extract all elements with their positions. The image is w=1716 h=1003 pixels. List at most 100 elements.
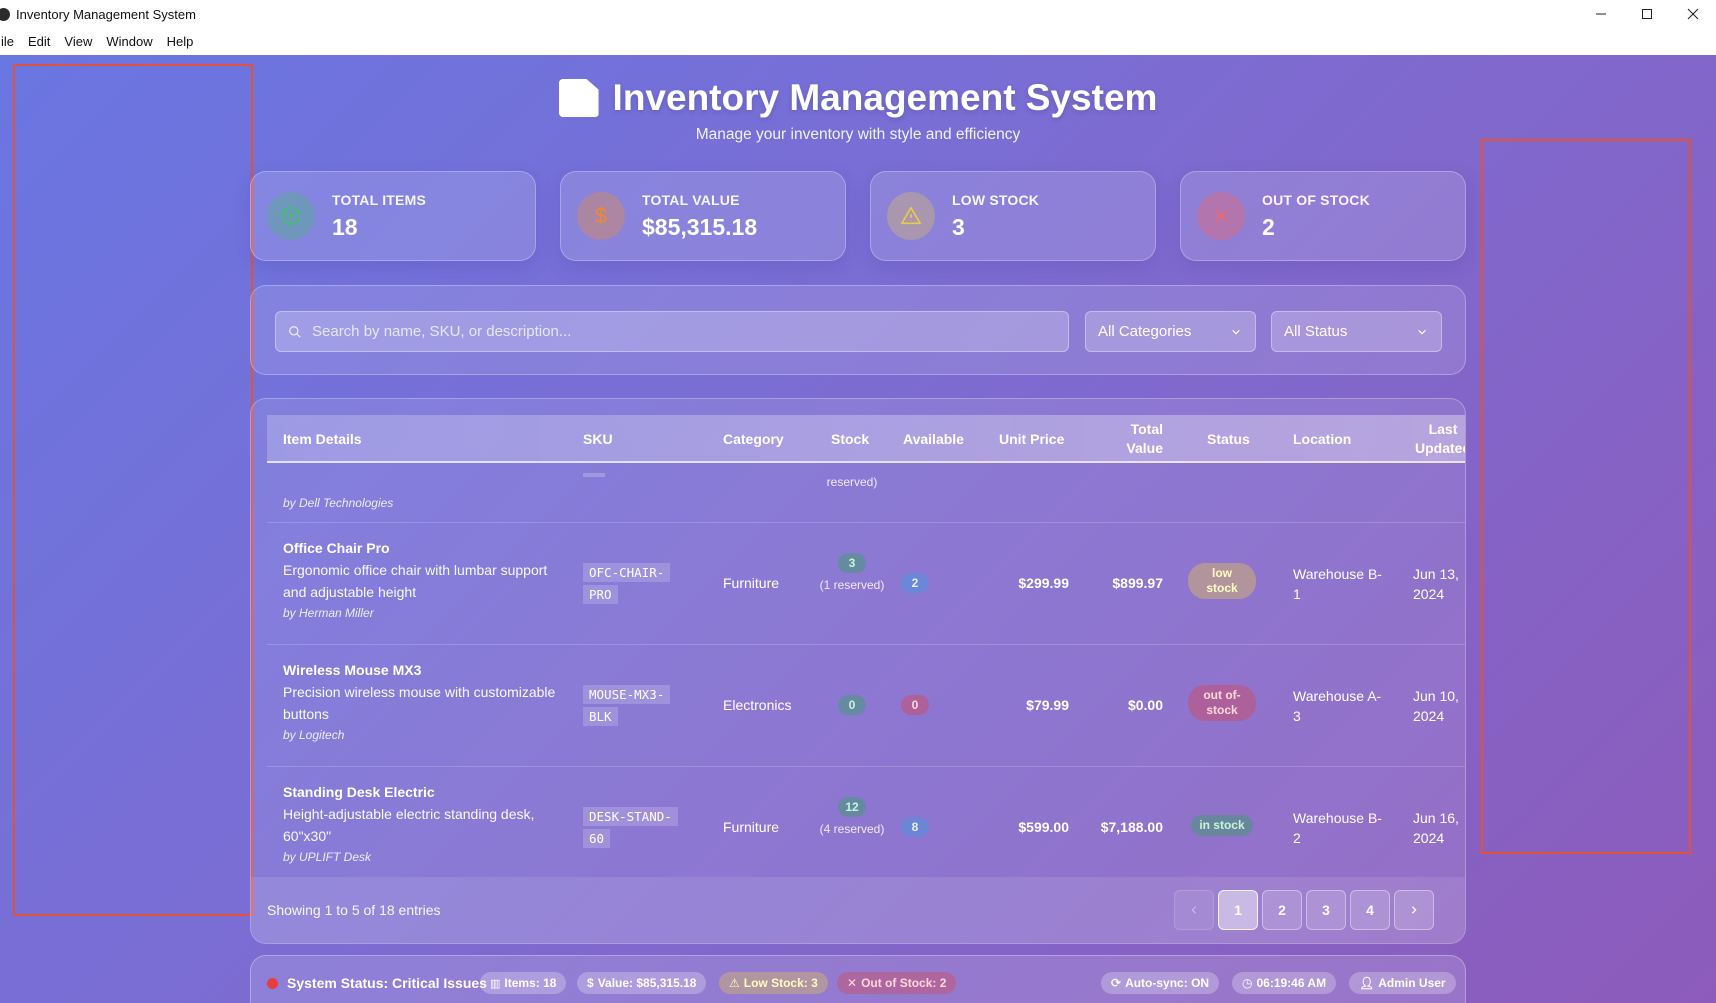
- sku-code: MOUSE-MX3-BLK: [583, 685, 671, 726]
- table-header: Item Details SKU Category Stock Availabl…: [267, 415, 1465, 463]
- item-description: Ergonomic office chair with lumbar suppo…: [283, 562, 548, 600]
- sku-cell: MOUSE-MX3-BLK: [583, 684, 683, 728]
- col-location[interactable]: Location: [1293, 415, 1351, 463]
- system-status: System Status: Critical Issues: [267, 975, 487, 991]
- auto-sync-chip[interactable]: ⟳ Auto-sync: ON: [1101, 972, 1220, 994]
- app-icon: [0, 7, 10, 21]
- close-icon: [1687, 8, 1699, 20]
- stat-label: LOW STOCK: [952, 191, 1040, 208]
- maximize-button[interactable]: [1624, 0, 1670, 28]
- location-cell: Warehouse B-1: [1293, 566, 1382, 602]
- system-status-bar: System Status: Critical Issues ▥ Items: …: [250, 955, 1466, 1003]
- updated-cell: Jun 16, 2024: [1413, 810, 1459, 846]
- pagination-bar: Showing 1 to 5 of 18 entries 1 2 3 4: [251, 877, 1465, 943]
- category-select[interactable]: All Categories: [1085, 311, 1256, 352]
- chevron-down-icon: [1418, 329, 1426, 334]
- page-title: Inventory Management System: [558, 77, 1158, 119]
- x-icon: ✕: [847, 976, 858, 990]
- menu-file[interactable]: ile: [0, 34, 21, 49]
- table-row[interactable]: Wireless Mouse MX3 Precision wireless mo…: [267, 645, 1465, 767]
- col-category[interactable]: Category: [723, 415, 784, 463]
- item-details: Office Chair Pro Ergonomic office chair …: [283, 540, 558, 620]
- menu-help[interactable]: Help: [160, 34, 201, 49]
- table-row[interactable]: Standing Desk Electric Height-adjustable…: [267, 767, 1465, 879]
- filter-panel: All Categories All Status: [250, 285, 1466, 375]
- stock-badge: 3: [838, 553, 866, 573]
- status-cell: low stock: [1187, 563, 1257, 599]
- total-value-cell: $0.00: [1127, 697, 1163, 713]
- stat-value: 18: [332, 213, 358, 240]
- menu-edit[interactable]: Edit: [21, 34, 57, 49]
- page-button-2[interactable]: 2: [1262, 890, 1302, 930]
- page-title-text: Inventory Management System: [612, 77, 1158, 118]
- window-controls: [1578, 0, 1716, 28]
- unit-price-cell: $599.00: [1018, 819, 1069, 835]
- clock-chip: ◷ 06:19:46 AM: [1232, 972, 1337, 994]
- sku-cell: DESK-STAND-60: [583, 806, 683, 850]
- stock-cell: 12 (4 reserved): [812, 797, 892, 837]
- available-cell: 8: [895, 817, 935, 837]
- sku-cell: OFC-CHAIR-PRO: [583, 562, 683, 606]
- auto-sync-chip-text: Auto-sync: ON: [1125, 976, 1210, 990]
- prev-page-button[interactable]: [1174, 890, 1214, 930]
- minimize-button[interactable]: [1578, 0, 1624, 28]
- refresh-icon: ⟳: [1111, 976, 1122, 990]
- stats-row: TOTAL ITEMS 18 $ TOTAL VALUE $85,315.18 …: [250, 171, 1466, 261]
- table-body: reserved) by Dell Technologies Office Ch…: [267, 465, 1465, 879]
- page-button-3[interactable]: 3: [1306, 890, 1346, 930]
- page-header: Inventory Management System Manage your …: [0, 77, 1716, 144]
- sku-code: OFC-CHAIR-PRO: [583, 563, 671, 604]
- search-input[interactable]: [312, 323, 1052, 340]
- search-box: [275, 311, 1069, 352]
- menu-view[interactable]: View: [57, 34, 99, 49]
- warning-icon: ⚠: [729, 976, 740, 990]
- available-cell: 0: [895, 695, 935, 715]
- available-badge: 0: [901, 695, 929, 715]
- updated-cell: Jun 13, 2024: [1413, 566, 1459, 602]
- highlight-box-left: [13, 64, 253, 916]
- box-icon: [267, 192, 315, 240]
- clock-icon: ◷: [1242, 976, 1253, 990]
- status-badge: out of-stock: [1188, 685, 1256, 721]
- item-brand: by Logitech: [283, 728, 345, 742]
- dollar-icon: $: [587, 976, 594, 990]
- status-cell: in stock: [1187, 815, 1257, 836]
- clock-chip-text: 06:19:46 AM: [1256, 976, 1327, 990]
- col-status[interactable]: Status: [1207, 415, 1250, 463]
- search-icon: [289, 325, 301, 338]
- system-status-text: System Status: Critical Issues: [287, 975, 487, 991]
- highlight-box-right: [1481, 139, 1691, 854]
- col-total-value[interactable]: Total Value: [1091, 415, 1163, 463]
- status-cell: out of-stock: [1187, 685, 1257, 721]
- total-value-cell: $7,188.00: [1100, 819, 1163, 835]
- close-button[interactable]: [1670, 0, 1716, 28]
- col-item-details[interactable]: Item Details: [283, 415, 362, 463]
- chevron-right-icon: [1411, 906, 1417, 914]
- item-name: Wireless Mouse MX3: [283, 662, 422, 678]
- page-button-1[interactable]: 1: [1218, 890, 1258, 930]
- stat-value: 3: [952, 213, 965, 240]
- col-stock[interactable]: Stock: [831, 415, 869, 463]
- available-cell: 2: [895, 573, 935, 593]
- item-description: Precision wireless mouse with customizab…: [283, 684, 556, 722]
- unit-price-cell: $299.99: [1018, 575, 1069, 591]
- menu-window[interactable]: Window: [99, 34, 159, 49]
- col-last-updated[interactable]: Last Updated: [1413, 415, 1465, 463]
- table-row[interactable]: Office Chair Pro Ergonomic office chair …: [267, 523, 1465, 645]
- user-chip[interactable]: 👤︎ Admin User: [1349, 972, 1456, 994]
- page-button-4[interactable]: 4: [1350, 890, 1390, 930]
- stock-badge: 0: [838, 695, 866, 715]
- warning-icon: [887, 192, 935, 240]
- col-unit-price[interactable]: Unit Price: [999, 415, 1064, 463]
- col-sku[interactable]: SKU: [583, 415, 613, 463]
- unit-price-cell: $79.99: [1026, 697, 1069, 713]
- category-cell: Furniture: [723, 819, 780, 835]
- status-dot-icon: [267, 977, 278, 989]
- stat-label: TOTAL VALUE: [642, 191, 740, 208]
- status-select[interactable]: All Status: [1271, 311, 1442, 352]
- out-of-stock-chip: ✕ Out of Stock: 2: [837, 972, 957, 994]
- sku-fragment: [583, 473, 605, 477]
- col-available[interactable]: Available: [903, 415, 964, 463]
- table-row[interactable]: reserved) by Dell Technologies: [267, 465, 1465, 523]
- next-page-button[interactable]: [1394, 890, 1434, 930]
